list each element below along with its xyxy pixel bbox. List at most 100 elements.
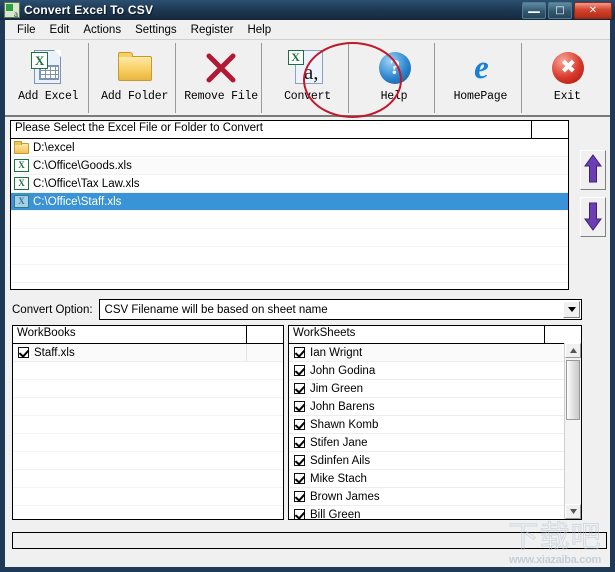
maximize-button[interactable]: □ [548,1,572,19]
workbook-name: Staff.xls [34,346,75,359]
worksheet-checkbox[interactable] [294,347,305,358]
help-label: Help [380,90,408,103]
menu-item-settings[interactable]: Settings [128,22,184,38]
worksheet-name: Jim Green [310,382,364,395]
remove-file-button[interactable]: Remove File [181,43,263,113]
add-folder-button[interactable]: Add Folder [94,43,176,113]
internet-explorer-icon: e [474,50,489,86]
list-item[interactable]: Jim Green [289,380,581,398]
file-list-row-selected[interactable]: X C:\Office\Staff.xls [11,193,568,211]
status-bar [12,532,607,549]
list-item[interactable]: John Barens [289,398,581,416]
excel-document-icon: X [28,49,68,87]
red-circle-cross-icon: ✖ [547,49,587,87]
chevron-down-icon[interactable] [563,301,580,318]
worksheet-checkbox[interactable] [294,401,305,412]
list-item[interactable]: Shawn Komb [289,416,581,434]
move-up-arrow-icon [584,154,602,183]
minimize-button[interactable]: — [522,1,546,20]
list-item[interactable]: Ian Wrignt [289,344,581,362]
menu-bar: File Edit Actions Settings Register Help [5,20,610,40]
close-icon: ✕ [588,4,598,16]
minimize-icon: — [527,4,541,20]
list-item[interactable]: Mike Stach [289,470,581,488]
excel-file-icon: X [14,159,29,172]
file-path: D:\excel [33,141,75,154]
chevron-down-icon [569,509,577,514]
file-list-header: Please Select the Excel File or Folder t… [11,121,568,139]
exit-button[interactable]: ✖ Exit [527,43,608,113]
worksheet-checkbox[interactable] [294,455,305,466]
scroll-up-button[interactable] [565,343,581,358]
move-up-button[interactable] [580,150,606,190]
workbooks-header-col2 [247,326,283,343]
workbooks-header-label: WorkBooks [13,326,247,343]
menu-item-file[interactable]: File [10,22,43,38]
folder-icon [14,141,29,154]
scroll-down-button[interactable] [565,504,581,519]
file-list-row[interactable]: X C:\Office\Tax Law.xls [11,175,568,193]
homepage-label: HomePage [453,90,508,103]
menu-item-edit[interactable]: Edit [43,22,77,38]
convert-button[interactable]: a, X Convert [267,43,349,113]
convert-option-dropdown[interactable]: CSV Filename will be based on sheet name [98,299,582,320]
workbooks-list: Staff.xls [13,344,283,519]
file-path: C:\Office\Goods.xls [33,159,132,172]
worksheet-name: John Barens [310,400,375,413]
worksheet-name: Mike Stach [310,472,367,485]
file-list-header-label: Please Select the Excel File or Folder t… [11,121,532,138]
move-down-button[interactable] [580,197,606,237]
worksheet-checkbox[interactable] [294,491,305,502]
title-bar: Convert Excel To CSV — □ ✕ [0,0,615,20]
list-item[interactable]: Bill Green [289,506,581,519]
window-title: Convert Excel To CSV [24,3,154,17]
worksheet-checkbox[interactable] [294,437,305,448]
close-button[interactable]: ✕ [574,1,612,19]
maximize-icon: □ [555,4,565,16]
file-list-row[interactable]: D:\excel [11,139,568,157]
exit-label: Exit [553,90,581,103]
toolbar: X Add Excel Add Folder Remove File a, X [5,40,610,117]
window-controls: — □ ✕ [522,1,615,20]
convert-document-icon: a, X [287,49,328,87]
worksheets-panel[interactable]: WorkSheets Ian Wrignt John Godina Jim Gr… [288,325,582,520]
folder-icon [115,49,155,87]
workbooks-panel[interactable]: WorkBooks Staff.xls [12,325,284,520]
list-item[interactable]: Brown James [289,488,581,506]
help-button[interactable]: ? Help [354,43,436,113]
worksheet-checkbox[interactable] [294,473,305,484]
file-path: C:\Office\Staff.xls [33,195,122,208]
worksheet-checkbox[interactable] [294,509,305,519]
worksheets-scrollbar[interactable] [564,343,581,519]
list-item[interactable]: Staff.xls [13,344,283,362]
scrollbar-thumb[interactable] [566,360,580,420]
list-item[interactable]: Sdinfen Ails [289,452,581,470]
file-list-header-col2 [532,121,568,138]
worksheet-name: Sdinfen Ails [310,454,371,467]
file-list[interactable]: Please Select the Excel File or Folder t… [10,120,569,290]
add-excel-button[interactable]: X Add Excel [8,43,90,113]
convert-option-row: Convert Option: CSV Filename will be bas… [12,299,582,320]
worksheet-name: Brown James [310,490,380,503]
convert-label: Convert [284,90,331,103]
worksheets-list: Ian Wrignt John Godina Jim Green John Ba… [289,344,581,519]
menu-item-register[interactable]: Register [184,22,241,38]
worksheet-checkbox[interactable] [294,419,305,430]
worksheet-checkbox[interactable] [294,365,305,376]
menu-item-actions[interactable]: Actions [76,22,128,38]
remove-file-label: Remove File [184,90,258,103]
worksheets-header: WorkSheets [289,326,581,344]
worksheets-header-label: WorkSheets [289,326,545,343]
list-item[interactable]: John Godina [289,362,581,380]
question-mark-icon: ? [374,49,414,87]
menu-item-help[interactable]: Help [240,22,278,38]
convert-option-label: Convert Option: [12,303,93,316]
file-list-row[interactable]: X C:\Office\Goods.xls [11,157,568,175]
homepage-button[interactable]: e HomePage [440,43,522,113]
worksheet-checkbox[interactable] [294,383,305,394]
convert-option-value: CSV Filename will be based on sheet name [104,303,328,316]
worksheet-name: Ian Wrignt [310,346,363,359]
worksheet-name: Shawn Komb [310,418,379,431]
workbook-checkbox[interactable] [18,347,29,358]
list-item[interactable]: Stifen Jane [289,434,581,452]
